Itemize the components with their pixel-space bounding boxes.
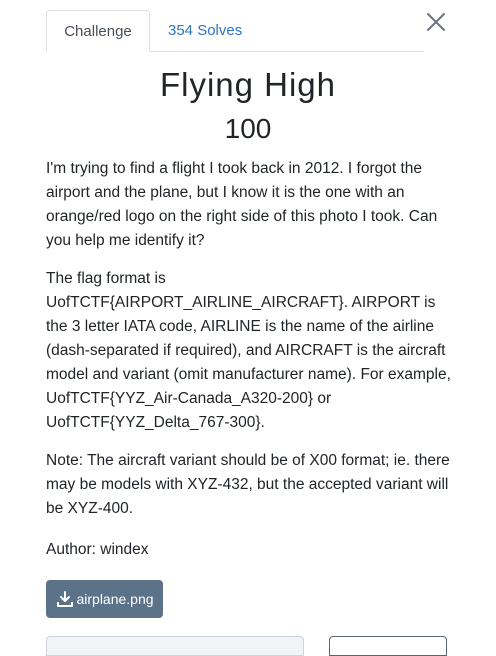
challenge-description: I'm trying to find a flight I took back … bbox=[46, 157, 456, 535]
submit-button[interactable] bbox=[329, 636, 447, 656]
attachment-filename: airplane.png bbox=[76, 591, 154, 607]
download-attachment-button[interactable]: airplane.png bbox=[46, 580, 163, 618]
challenge-title: Flying High bbox=[159, 66, 337, 103]
description-paragraph: Note: The aircraft variant should be of … bbox=[46, 452, 450, 517]
close-icon bbox=[427, 13, 445, 31]
tab-solves[interactable]: 354 Solves bbox=[152, 10, 258, 50]
challenge-tabs: Challenge 354 Solves bbox=[46, 10, 424, 52]
description-paragraph: The flag format is UofTCTF{AIRPORT_AIRLI… bbox=[46, 270, 451, 431]
challenge-value: 100 bbox=[224, 113, 272, 144]
flag-input[interactable] bbox=[46, 636, 304, 656]
close-button[interactable] bbox=[424, 10, 448, 34]
download-icon bbox=[57, 591, 74, 607]
tab-challenge[interactable]: Challenge bbox=[46, 10, 150, 52]
challenge-author: Author: windex bbox=[46, 541, 149, 558]
description-paragraph: I'm trying to find a flight I took back … bbox=[46, 160, 438, 249]
